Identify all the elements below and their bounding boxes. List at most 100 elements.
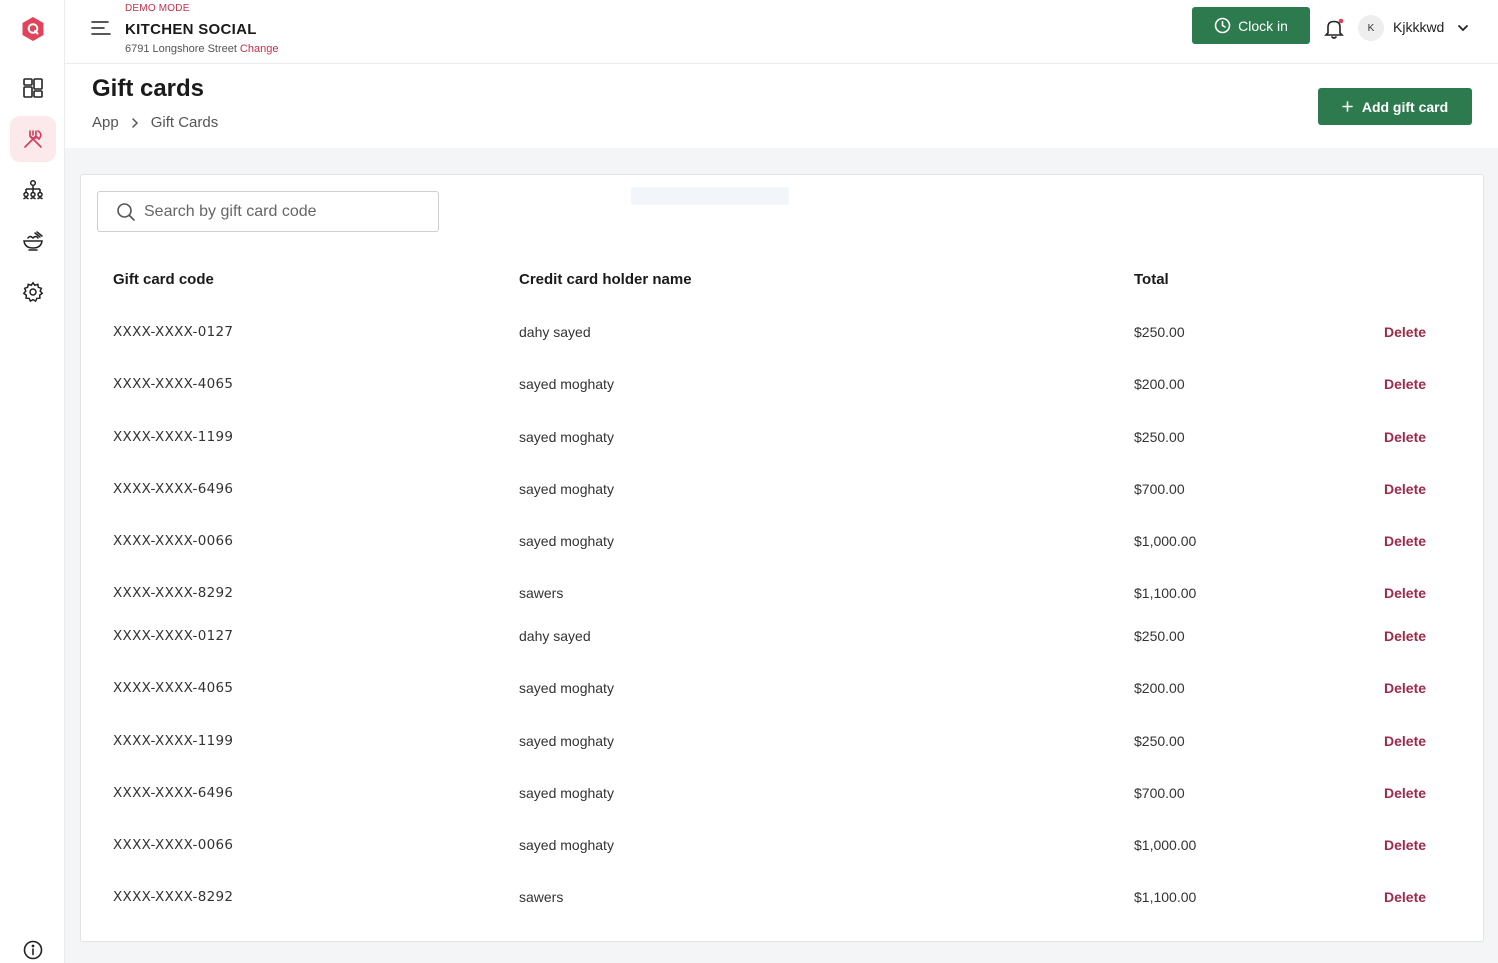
gift-card-code: XXXX-XXXX-0127 xyxy=(113,628,234,644)
clock-in-label: Clock in xyxy=(1238,17,1288,34)
table-row: XXXX-XXXX-8292 sawers $1,100.00 Delete xyxy=(81,883,1483,913)
delete-button[interactable]: Delete xyxy=(1384,837,1426,853)
table-row: XXXX-XXXX-6496 sayed moghaty $700.00 Delete xyxy=(81,475,1483,505)
app-logo-icon[interactable] xyxy=(21,16,45,42)
page-title: Gift cards xyxy=(92,75,205,102)
address-text: 6791 Longshore Street xyxy=(125,43,237,55)
delete-button[interactable]: Delete xyxy=(1384,533,1426,549)
column-header-total: Total xyxy=(1134,271,1169,288)
gift-card-total: $250.00 xyxy=(1134,733,1185,749)
table-row: XXXX-XXXX-8292 sawers $1,100.00 Delete xyxy=(81,579,1483,609)
delete-button[interactable]: Delete xyxy=(1384,889,1426,905)
column-header-holder: Credit card holder name xyxy=(519,271,692,288)
sidebar-item-food[interactable] xyxy=(10,218,56,264)
table-row: XXXX-XXXX-0127 dahy sayed $250.00 Delete xyxy=(81,622,1483,652)
gift-card-total: $1,100.00 xyxy=(1134,889,1197,905)
dashboard-icon xyxy=(23,78,43,98)
delete-button[interactable]: Delete xyxy=(1384,785,1426,801)
gift-card-total: $250.00 xyxy=(1134,324,1185,340)
breadcrumb-app[interactable]: App xyxy=(92,114,119,131)
delete-button[interactable]: Delete xyxy=(1384,733,1426,749)
restaurant-name: KITCHEN SOCIAL xyxy=(125,21,257,38)
sidebar-item-menu[interactable] xyxy=(10,116,56,162)
delete-button[interactable]: Delete xyxy=(1384,429,1426,445)
gift-card-total: $700.00 xyxy=(1134,785,1185,801)
gift-card-total: $250.00 xyxy=(1134,429,1185,445)
change-location-link[interactable]: Change xyxy=(240,43,279,55)
gear-icon xyxy=(22,281,44,303)
card-holder-name: sayed moghaty xyxy=(519,733,614,749)
add-gift-card-button[interactable]: Add gift card xyxy=(1318,88,1472,125)
gift-card-code: XXXX-XXXX-0066 xyxy=(113,533,234,549)
sidebar-item-dashboard[interactable] xyxy=(10,65,56,111)
overlay-artifact xyxy=(631,187,789,205)
delete-button[interactable]: Delete xyxy=(1384,680,1426,696)
gift-card-total: $200.00 xyxy=(1134,376,1185,392)
top-bar: DEMO MODE KITCHEN SOCIAL 6791 Longshore … xyxy=(65,0,1498,64)
sidebar xyxy=(0,0,65,963)
table-row: XXXX-XXXX-0066 sayed moghaty $1,000.00 Dele… xyxy=(81,527,1483,557)
table-row: XXXX-XXXX-6496 sayed moghaty $700.00 Delete xyxy=(81,779,1483,809)
delete-button[interactable]: Delete xyxy=(1384,376,1426,392)
delete-button[interactable]: Delete xyxy=(1384,628,1426,644)
gift-card-code: XXXX-XXXX-1199 xyxy=(113,733,234,749)
card-holder-name: sayed moghaty xyxy=(519,481,614,497)
hamburger-menu-icon[interactable] xyxy=(91,19,111,37)
breadcrumb: App Gift Cards xyxy=(92,114,218,131)
user-name[interactable]: Kjkkkwd xyxy=(1393,19,1444,35)
table-row: XXXX-XXXX-0066 sayed moghaty $1,000.00 Dele… xyxy=(81,831,1483,861)
gift-card-code: XXXX-XXXX-0066 xyxy=(113,837,234,853)
chevron-right-icon xyxy=(131,117,138,128)
search-input[interactable] xyxy=(144,192,429,231)
clock-icon xyxy=(1214,17,1231,34)
user-avatar[interactable]: K xyxy=(1358,15,1384,41)
gift-card-code: XXXX-XXXX-4065 xyxy=(113,680,234,696)
table-row: XXXX-XXXX-4065 sayed moghaty $200.00 Delete xyxy=(81,370,1483,400)
card-holder-name: dahy sayed xyxy=(519,628,591,644)
sidebar-item-staff[interactable] xyxy=(10,167,56,213)
gift-card-code: XXXX-XXXX-1199 xyxy=(113,429,234,445)
card-holder-name: sawers xyxy=(519,889,564,905)
sidebar-item-info[interactable] xyxy=(10,927,56,963)
gift-card-code: XXXX-XXXX-6496 xyxy=(113,785,234,801)
gift-card-total: $1,100.00 xyxy=(1134,585,1197,601)
card-holder-name: sayed moghaty xyxy=(519,680,614,696)
table-row: XXXX-XXXX-4065 sayed moghaty $200.00 Delete xyxy=(81,674,1483,704)
table-row: XXXX-XXXX-1199 sayed moghaty $250.00 Delete xyxy=(81,727,1483,757)
demo-mode-label: DEMO MODE xyxy=(125,3,190,14)
delete-button[interactable]: Delete xyxy=(1384,324,1426,340)
column-header-code: Gift card code xyxy=(113,271,214,288)
chevron-down-icon[interactable] xyxy=(1456,21,1470,35)
clock-in-button[interactable]: Clock in xyxy=(1192,7,1310,44)
sidebar-item-settings[interactable] xyxy=(10,269,56,315)
delete-button[interactable]: Delete xyxy=(1384,481,1426,497)
food-bowl-icon xyxy=(23,231,43,251)
restaurant-address: 6791 Longshore Street Change xyxy=(125,43,278,55)
card-holder-name: sayed moghaty xyxy=(519,376,614,392)
card-holder-name: sayed moghaty xyxy=(519,429,614,445)
search-icon xyxy=(117,203,135,221)
card-holder-name: dahy sayed xyxy=(519,324,591,340)
notification-bell-icon[interactable] xyxy=(1323,17,1345,39)
gift-card-total: $1,000.00 xyxy=(1134,533,1197,549)
gift-card-code: XXXX-XXXX-4065 xyxy=(113,376,234,392)
org-chart-icon xyxy=(22,179,44,200)
gift-card-code: XXXX-XXXX-8292 xyxy=(113,889,234,905)
gift-card-code: XXXX-XXXX-0127 xyxy=(113,324,234,340)
card-holder-name: sayed moghaty xyxy=(519,837,614,853)
gift-card-code: XXXX-XXXX-8292 xyxy=(113,585,234,601)
gift-card-total: $250.00 xyxy=(1134,628,1185,644)
card-holder-name: sayed moghaty xyxy=(519,785,614,801)
table-row: XXXX-XXXX-1199 sayed moghaty $250.00 Delete xyxy=(81,423,1483,453)
gift-card-total: $200.00 xyxy=(1134,680,1185,696)
plus-icon xyxy=(1342,101,1353,112)
delete-button[interactable]: Delete xyxy=(1384,585,1426,601)
search-box[interactable] xyxy=(97,191,439,232)
gift-card-code: XXXX-XXXX-6496 xyxy=(113,481,234,497)
gift-card-total: $700.00 xyxy=(1134,481,1185,497)
info-icon xyxy=(23,940,43,960)
gift-card-total: $1,000.00 xyxy=(1134,837,1197,853)
card-holder-name: sayed moghaty xyxy=(519,533,614,549)
table-row: XXXX-XXXX-0127 dahy sayed $250.00 Delete xyxy=(81,318,1483,348)
add-gift-card-label: Add gift card xyxy=(1361,98,1449,115)
